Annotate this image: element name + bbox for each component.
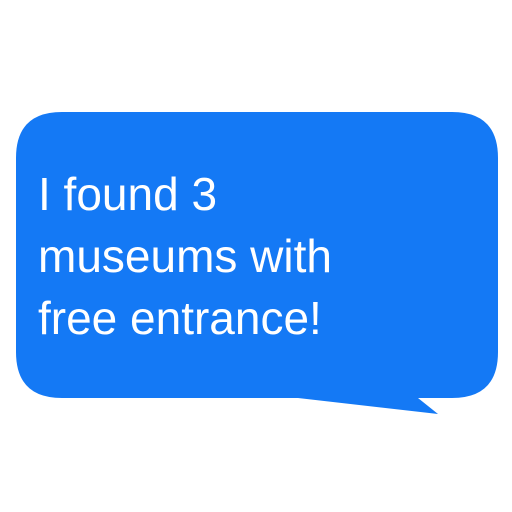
message-text: I found 3 museums with free entrance! — [38, 168, 332, 344]
chat-canvas: I found 3 museums with free entrance! — [0, 0, 512, 512]
